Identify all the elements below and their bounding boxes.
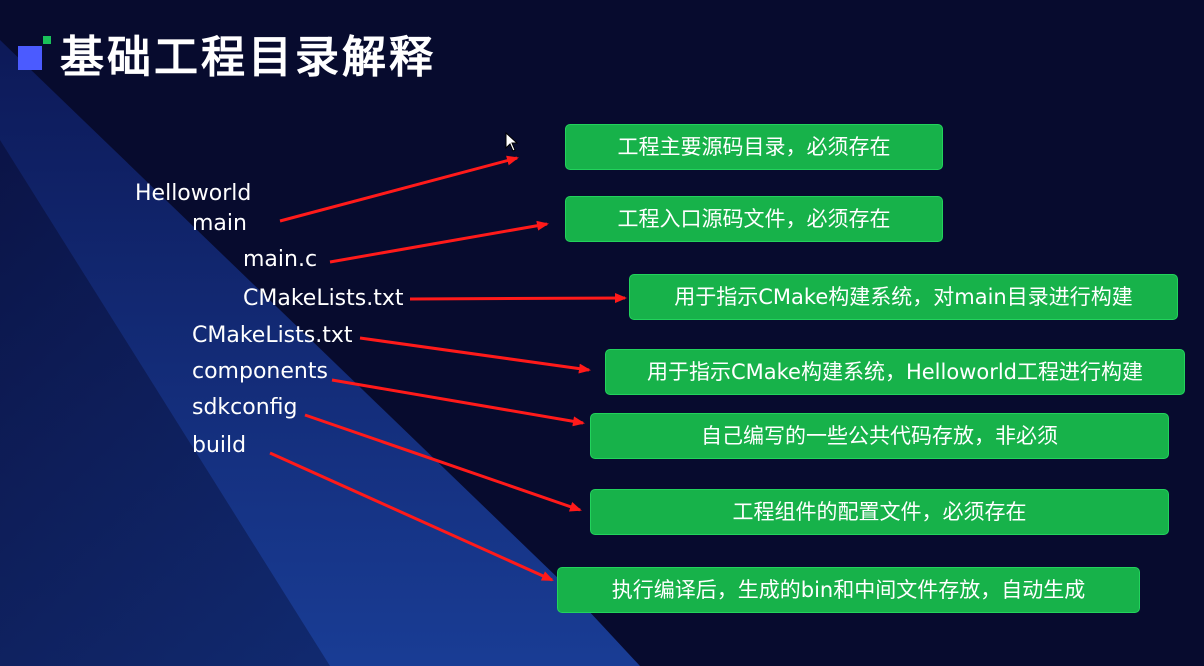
tree-item-main-cmakelists: CMakeLists.txt: [243, 286, 404, 311]
tree-item-components: components: [192, 359, 328, 384]
arrow-main-c: [329, 220, 549, 264]
arrow-components: [331, 378, 585, 427]
tree-root-helloworld: Helloworld: [135, 181, 252, 206]
note-main-c: 工程入口源码文件，必须存在: [565, 196, 943, 242]
tree-item-build: build: [192, 433, 247, 458]
note-build: 执行编译后，生成的bin和中间文件存放，自动生成: [557, 567, 1140, 613]
arrow-sdkconfig: [304, 413, 582, 512]
note-sdkconfig: 工程组件的配置文件，必须存在: [590, 489, 1169, 535]
tree-item-sdkconfig: sdkconfig: [192, 395, 298, 420]
note-main: 工程主要源码目录，必须存在: [565, 124, 943, 170]
note-components: 自己编写的一些公共代码存放，非必须: [590, 413, 1169, 459]
arrow-build: [269, 451, 554, 582]
tree-item-main-c: main.c: [243, 247, 318, 272]
title-square-icon: [18, 46, 42, 70]
arrow-main-cmake: [409, 293, 627, 304]
tree-item-root-cmakelists: CMakeLists.txt: [192, 323, 353, 348]
title-dot-icon: [43, 36, 51, 44]
note-root-cmakelists: 用于指示CMake构建系统，Helloworld工程进行构建: [605, 349, 1185, 395]
tree-item-main: main: [192, 211, 247, 236]
arrow-root-cmake: [359, 336, 591, 374]
mouse-cursor-icon: [505, 132, 519, 152]
arrow-main: [279, 155, 519, 223]
note-main-cmakelists: 用于指示CMake构建系统，对main目录进行构建: [629, 274, 1178, 320]
page-title: 基础工程目录解释: [60, 32, 436, 83]
